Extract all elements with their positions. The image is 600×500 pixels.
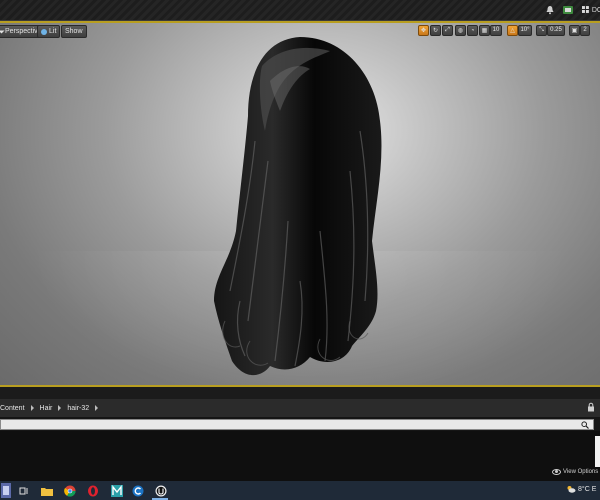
search-input[interactable] bbox=[0, 419, 594, 430]
opera-icon[interactable] bbox=[86, 484, 99, 497]
asset-view[interactable] bbox=[0, 431, 600, 481]
weather-extra: E bbox=[591, 485, 597, 493]
chevron-right-icon[interactable] bbox=[58, 405, 62, 411]
source-control-icon[interactable] bbox=[561, 3, 575, 17]
chevron-right-icon[interactable] bbox=[30, 405, 34, 411]
weather-temp: 8°C bbox=[578, 485, 590, 493]
rotate-icon[interactable]: ↻ bbox=[430, 25, 441, 36]
layout-button[interactable]: DC bbox=[582, 3, 600, 17]
unreal-engine-icon[interactable] bbox=[154, 484, 167, 497]
windows-taskbar: 8°C E bbox=[0, 481, 600, 500]
world-icon[interactable]: ◍ bbox=[455, 25, 466, 36]
angle-icon[interactable]: △ bbox=[507, 25, 518, 36]
chevron-right-icon bbox=[0, 30, 5, 33]
scale-icon[interactable]: ⤢ bbox=[442, 25, 453, 36]
surface-snap-icon[interactable]: ◔ bbox=[467, 25, 478, 36]
editor-title-bar: DC bbox=[0, 0, 600, 21]
app-c-icon[interactable] bbox=[131, 484, 144, 497]
grid-snap-value[interactable]: 10 bbox=[490, 25, 502, 36]
hair-mesh-preview[interactable] bbox=[0, 21, 600, 387]
scale-snap-icon[interactable]: ⤡ bbox=[536, 25, 547, 36]
lit-label: Lit bbox=[49, 28, 57, 35]
translate-icon[interactable]: ✥ bbox=[418, 25, 429, 36]
app-m-icon[interactable] bbox=[110, 484, 123, 497]
view-options-label: View Options bbox=[563, 469, 599, 475]
windows-start-icon[interactable] bbox=[0, 482, 12, 499]
chrome-icon[interactable] bbox=[63, 484, 76, 497]
weather-widget[interactable]: 8°C E bbox=[566, 485, 596, 493]
rotation-snap-value[interactable]: 10° bbox=[518, 25, 532, 36]
lit-sphere-icon bbox=[41, 28, 47, 35]
chevron-right-icon[interactable] bbox=[95, 405, 99, 411]
task-view-icon[interactable] bbox=[17, 484, 30, 497]
lit-mode-button[interactable]: Lit bbox=[37, 25, 61, 38]
lock-icon[interactable] bbox=[586, 402, 596, 412]
view-options-button[interactable]: View Options bbox=[552, 469, 598, 475]
camera-speed-icon[interactable]: ▣ bbox=[569, 25, 580, 36]
breadcrumb-hair-32[interactable]: hair-32 bbox=[67, 405, 89, 412]
breadcrumb-hair[interactable]: Hair bbox=[40, 405, 53, 412]
file-explorer-icon[interactable] bbox=[40, 484, 53, 497]
asset-thumbnail[interactable] bbox=[595, 436, 600, 467]
content-browser-tab-strip bbox=[0, 387, 600, 399]
show-label: Show bbox=[65, 28, 83, 35]
scale-snap-value[interactable]: 0.25 bbox=[547, 25, 565, 36]
show-flags-button[interactable]: Show bbox=[61, 25, 87, 38]
breadcrumb: Content Hair hair-32 bbox=[0, 399, 600, 417]
bell-icon[interactable] bbox=[543, 3, 557, 17]
search-icon[interactable] bbox=[581, 421, 589, 429]
breadcrumb-content[interactable]: Content bbox=[0, 405, 25, 412]
camera-speed-value[interactable]: 2 bbox=[580, 25, 590, 36]
layout-label: DC bbox=[591, 6, 600, 14]
eye-icon bbox=[552, 469, 561, 475]
layout-icon bbox=[582, 6, 589, 13]
grid-icon[interactable]: ▦ bbox=[479, 25, 490, 36]
level-viewport[interactable]: Perspective Lit Show ✥ ↻ ⤢ ◍ ◔ ▦ 10 △ 10… bbox=[0, 21, 600, 387]
cloud-sun-icon bbox=[567, 486, 576, 493]
